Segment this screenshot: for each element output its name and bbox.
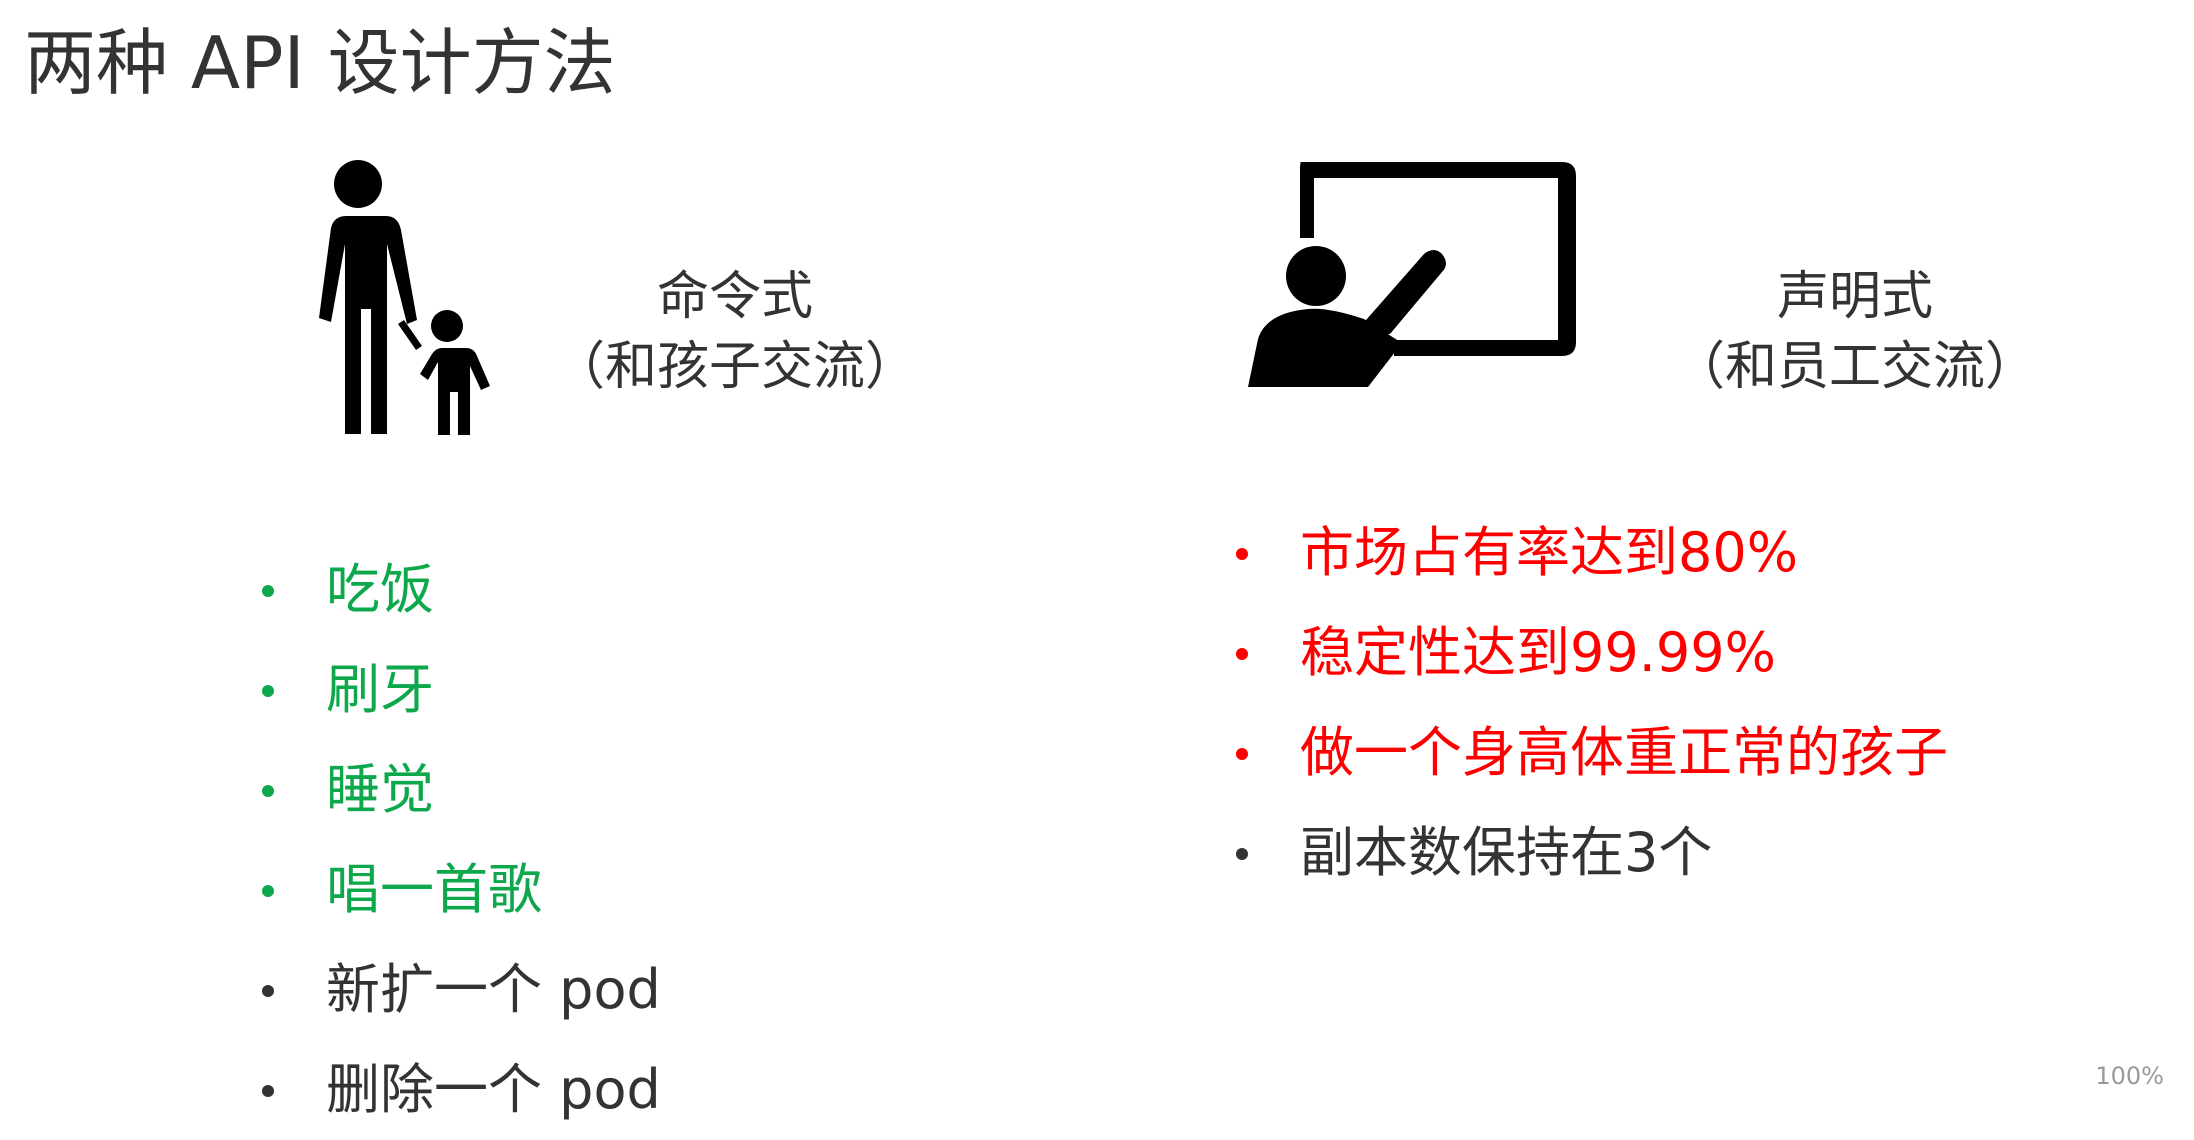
- bullet-icon: [262, 685, 274, 697]
- imperative-list: 吃饭 刷牙 睡觉 唱一首歌 新扩一个 pod 删除一个 pod: [262, 540, 661, 1140]
- declarative-caption-title: 声明式: [1776, 267, 1933, 327]
- list-item-text: 副本数保持在3个: [1300, 821, 1713, 884]
- list-item: 副本数保持在3个: [1236, 803, 1948, 903]
- bullet-icon: [1236, 548, 1248, 560]
- list-item-text: 稳定性达到99.99%: [1300, 621, 1776, 684]
- list-item: 刷牙: [262, 640, 661, 740]
- bullet-icon: [1236, 648, 1248, 660]
- declarative-caption: 声明式 （和员工交流）: [1660, 262, 2050, 402]
- zoom-level: 100%: [2095, 1062, 2164, 1090]
- bullet-icon: [262, 785, 274, 797]
- list-item-text: 市场占有率达到80%: [1300, 521, 1799, 584]
- list-item: 唱一首歌: [262, 840, 661, 940]
- list-item: 市场占有率达到80%: [1236, 503, 1948, 603]
- bullet-icon: [1236, 848, 1248, 860]
- list-item: 睡觉: [262, 740, 661, 840]
- list-item: 做一个身高体重正常的孩子: [1236, 703, 1948, 803]
- bullet-icon: [262, 585, 274, 597]
- list-item: 吃饭: [262, 540, 661, 640]
- list-item: 新扩一个 pod: [262, 940, 661, 1040]
- list-item: 稳定性达到99.99%: [1236, 603, 1948, 703]
- list-item-text: 睡觉: [326, 758, 434, 821]
- bullet-icon: [262, 1085, 274, 1097]
- list-item: 删除一个 pod: [262, 1040, 661, 1140]
- list-item-text: 吃饭: [326, 558, 434, 621]
- list-item-text: 做一个身高体重正常的孩子: [1300, 721, 1948, 784]
- declarative-list: 市场占有率达到80% 稳定性达到99.99% 做一个身高体重正常的孩子 副本数保…: [1236, 503, 1948, 903]
- bullet-icon: [262, 985, 274, 997]
- bullet-icon: [262, 885, 274, 897]
- imperative-caption-title: 命令式: [656, 267, 813, 327]
- declarative-caption-subtitle: （和员工交流）: [1672, 337, 2037, 397]
- list-item-text: 唱一首歌: [326, 858, 542, 921]
- presenter-board-icon: [1248, 162, 1576, 387]
- list-item-text: 删除一个 pod: [326, 1058, 661, 1121]
- imperative-caption-subtitle: （和孩子交流）: [552, 337, 917, 397]
- bullet-icon: [1236, 748, 1248, 760]
- slide-title: 两种 API 设计方法: [24, 21, 616, 105]
- imperative-caption: 命令式 （和孩子交流）: [540, 262, 930, 402]
- parent-child-icon: [319, 160, 490, 435]
- list-item-text: 新扩一个 pod: [326, 958, 661, 1021]
- list-item-text: 刷牙: [326, 658, 434, 721]
